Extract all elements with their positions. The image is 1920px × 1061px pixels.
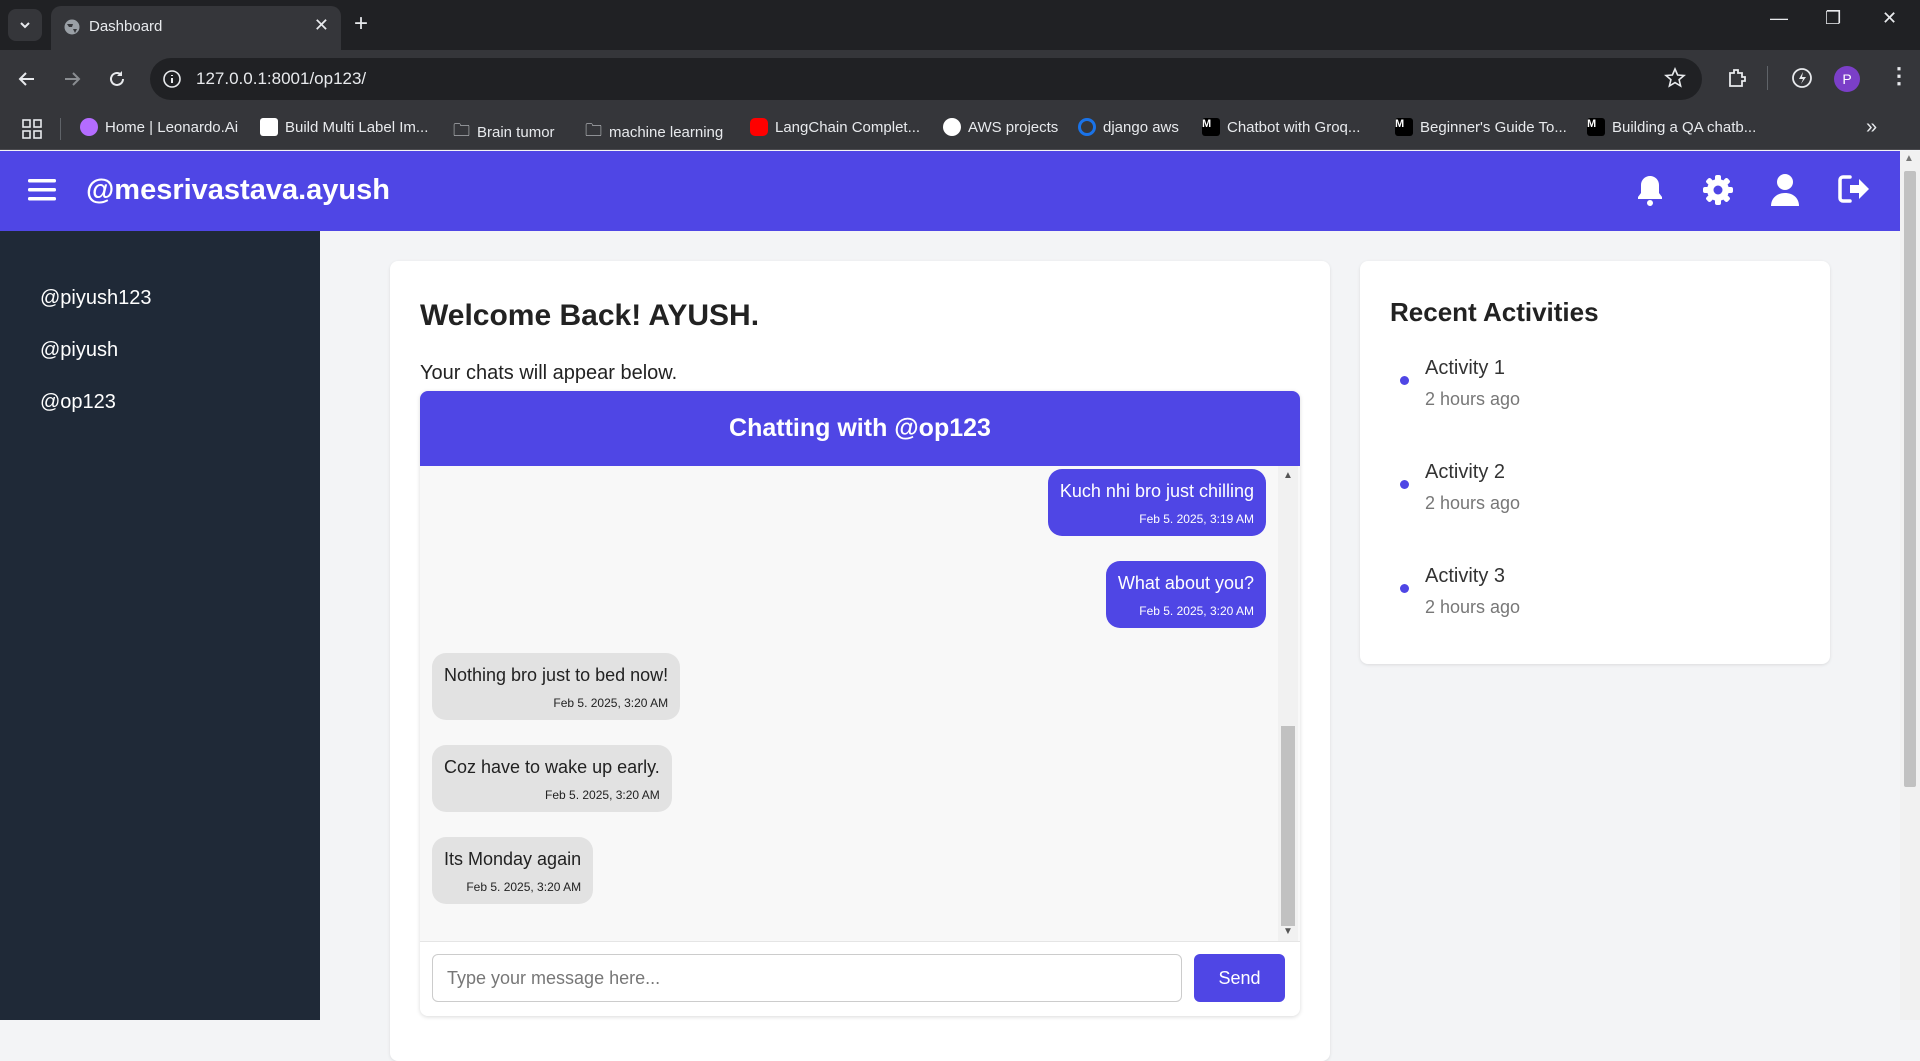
browser-tab[interactable]: Dashboard ✕ (51, 6, 341, 50)
tab-search-button[interactable] (8, 9, 42, 41)
message-received: Coz have to wake up early. Feb 5. 2025, … (432, 745, 672, 812)
bookmarks-divider (60, 118, 61, 140)
forward-button[interactable] (55, 62, 89, 96)
address-bar[interactable]: 127.0.0.1:8001/op123/ (150, 58, 1702, 100)
bookmark-langchain[interactable]: LangChain Complet... (750, 118, 920, 136)
tab-title: Dashboard (89, 18, 163, 35)
medium-icon: M (1587, 118, 1605, 136)
sidebar-item-op123[interactable]: @op123 (40, 391, 116, 414)
logout-icon[interactable] (1838, 174, 1870, 204)
message-received: Nothing bro just to bed now! Feb 5. 2025… (432, 653, 681, 720)
new-tab-button[interactable]: + (354, 9, 368, 39)
scroll-up-icon[interactable]: ▲ (1904, 153, 1914, 164)
scrollbar-thumb[interactable] (1281, 726, 1295, 926)
browser-tab-strip: Dashboard ✕ + — ❐ ✕ (0, 0, 1920, 50)
bookmark-machine-learning[interactable]: 🗀 machine learning (585, 118, 723, 147)
site-info-icon[interactable] (162, 69, 182, 89)
chart-icon (260, 118, 278, 136)
chat-scrollbar[interactable]: ▲ ▼ (1278, 466, 1298, 941)
dashboard-card: Welcome Back! AYUSH. Your chats will app… (390, 261, 1330, 1061)
folder-icon: 🗀 (453, 121, 470, 140)
message-sent: Kuch nhi bro just chilling Feb 5. 2025, … (1047, 469, 1266, 536)
bullet-icon (1400, 376, 1409, 385)
bookmark-leonardo[interactable]: Home | Leonardo.Ai (80, 118, 238, 136)
apps-grid-icon[interactable] (22, 119, 42, 139)
app-header: @mesrivastava.ayush (0, 151, 1900, 231)
arrow-left-icon (18, 72, 34, 86)
performance-icon[interactable] (1790, 66, 1814, 90)
chat-header: Chatting with @op123 (420, 391, 1300, 466)
chat-window: Chatting with @op123 Kuch nhi bro just c… (420, 391, 1300, 1016)
bookmark-multi-label[interactable]: Build Multi Label Im... (260, 118, 428, 136)
minimize-button[interactable]: — (1770, 8, 1788, 29)
bookmark-qa-chatbot[interactable]: M Building a QA chatb... (1587, 118, 1756, 136)
back-button[interactable] (10, 62, 44, 96)
restore-button[interactable]: ❐ (1825, 8, 1841, 29)
more-bookmarks-icon[interactable]: » (1866, 116, 1877, 139)
bookmark-aws-projects[interactable]: AWS projects (943, 118, 1058, 136)
message-sent: What about you? Feb 5. 2025, 3:20 AM (1105, 561, 1266, 628)
app-brand[interactable]: @mesrivastava.ayush (86, 174, 390, 207)
page-scrollbar[interactable]: ▲ (1900, 151, 1920, 1020)
app-viewport: @mesrivastava.ayush @piyush123 @piyush @… (0, 151, 1920, 1061)
message-list[interactable]: Kuch nhi bro just chilling Feb 5. 2025, … (420, 466, 1300, 941)
gear-icon[interactable] (1702, 174, 1734, 206)
user-icon[interactable] (1771, 174, 1799, 206)
reload-icon (110, 71, 124, 86)
github-icon (943, 118, 961, 136)
scroll-down-icon[interactable]: ▼ (1283, 926, 1293, 937)
bell-icon[interactable] (1636, 174, 1664, 206)
url-text: 127.0.0.1:8001/op123/ (196, 69, 367, 88)
toolbar-divider (1767, 66, 1768, 90)
django-aws-icon (1078, 118, 1096, 136)
welcome-heading: Welcome Back! AYUSH. (420, 299, 760, 332)
send-button[interactable]: Send (1194, 954, 1285, 1002)
youtube-icon (750, 118, 768, 136)
welcome-subtitle: Your chats will appear below. (420, 362, 678, 384)
bullet-icon (1400, 584, 1409, 593)
scrollbar-thumb[interactable] (1904, 171, 1916, 787)
message-input[interactable] (432, 954, 1182, 1002)
bookmark-beginners-guide[interactable]: M Beginner's Guide To... (1395, 118, 1567, 136)
browser-menu-icon[interactable]: ⋮ (1888, 63, 1910, 89)
folder-icon: 🗀 (585, 121, 602, 140)
bookmark-star-icon[interactable] (1664, 67, 1686, 89)
leonardo-icon (80, 118, 98, 136)
bookmark-chatbot-groq[interactable]: M Chatbot with Groq... (1202, 118, 1360, 136)
message-composer: Send (420, 941, 1300, 1016)
recent-activities-card: Recent Activities Activity 1 2 hours ago… (1360, 261, 1830, 664)
bullet-icon (1400, 480, 1409, 489)
extensions-icon[interactable] (1725, 66, 1749, 90)
activities-title: Recent Activities (1390, 297, 1599, 327)
medium-icon: M (1395, 118, 1413, 136)
chevron-down-icon (20, 22, 30, 29)
arrow-right-icon (65, 72, 81, 86)
profile-avatar[interactable]: P (1834, 66, 1860, 92)
globe-icon (64, 19, 80, 35)
bookmark-django-aws[interactable]: django aws (1078, 118, 1179, 136)
scroll-up-icon[interactable]: ▲ (1283, 470, 1293, 481)
sidebar: @piyush123 @piyush @op123 (0, 231, 320, 1020)
bookmarks-bar: Home | Leonardo.Ai Build Multi Label Im.… (0, 108, 1920, 150)
sidebar-item-piyush[interactable]: @piyush (40, 339, 118, 362)
tab-close-icon[interactable]: ✕ (314, 15, 329, 36)
reload-button[interactable] (100, 62, 134, 96)
bookmark-brain-tumor[interactable]: 🗀 Brain tumor (453, 118, 555, 147)
browser-toolbar: 127.0.0.1:8001/op123/ P ⋮ (0, 50, 1920, 108)
message-received: Its Monday again Feb 5. 2025, 3:20 AM (432, 837, 594, 904)
sidebar-item-piyush123[interactable]: @piyush123 (40, 287, 151, 310)
main-content: Welcome Back! AYUSH. Your chats will app… (320, 231, 1900, 1061)
medium-icon: M (1202, 118, 1220, 136)
close-window-button[interactable]: ✕ (1882, 8, 1897, 29)
hamburger-menu-icon[interactable] (28, 177, 56, 203)
